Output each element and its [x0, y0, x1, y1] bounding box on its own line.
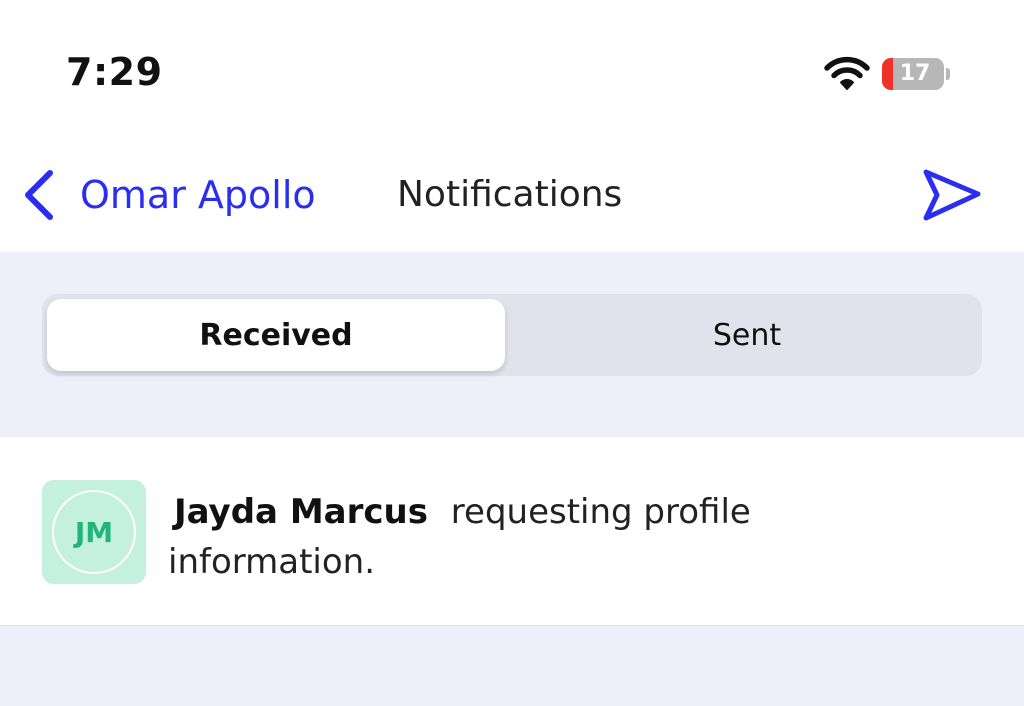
battery-icon: 17	[882, 58, 944, 90]
notification-text: Jayda Marcus requesting profile informat…	[168, 487, 808, 587]
battery-cap	[946, 68, 950, 80]
tab-sent[interactable]: Sent	[512, 299, 982, 371]
notification-item[interactable]: JM Jayda Marcus requesting profile infor…	[0, 437, 1024, 626]
send-icon[interactable]	[920, 166, 984, 224]
status-bar: 7:29 17	[0, 0, 1024, 130]
battery-level: 17	[899, 61, 931, 86]
chevron-left-icon	[25, 170, 53, 220]
back-button[interactable]: Omar Apollo	[20, 160, 316, 230]
tab-received[interactable]: Received	[47, 299, 505, 371]
wifi-icon	[824, 56, 870, 90]
nav-bar: Omar Apollo Notifications	[0, 130, 1024, 252]
sender-name: Jayda Marcus	[174, 492, 428, 532]
avatar-initials: JM	[52, 490, 136, 574]
page-title: Notifications	[397, 174, 623, 215]
status-time: 7:29	[66, 50, 163, 94]
back-label: Omar Apollo	[80, 173, 316, 217]
avatar: JM	[42, 480, 146, 584]
segmented-control: Received Sent	[42, 294, 982, 376]
